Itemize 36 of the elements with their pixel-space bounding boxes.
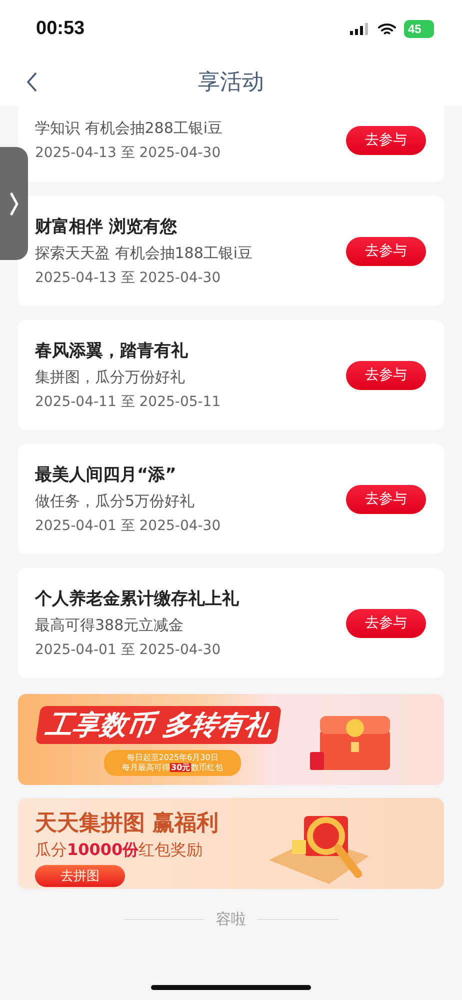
status-time: 00:53 [36, 18, 85, 40]
promo-banner[interactable]: 工享数币 多转有礼 每日起至2025年6月30日 每月最高可得30元数币红包 [18, 694, 444, 785]
chevron-right-icon [9, 190, 19, 216]
back-icon[interactable] [26, 72, 38, 92]
activity-title: 最美人间四月“添” [35, 464, 178, 486]
activity-dates: 2025-04-13 至 2025-04-30 [35, 144, 222, 162]
banner-title: 天天集拼图 赢福利 [35, 810, 220, 838]
activity-description: 做任务，瓜分5万份好礼 [35, 492, 196, 511]
activity-dates: 2025-04-01 至 2025-04-30 [35, 517, 221, 535]
activity-title: 个人养老金累计缴存礼上礼 [35, 588, 239, 610]
end-of-list-text: 容啦 [216, 910, 246, 928]
join-button[interactable]: 去参与 [346, 484, 426, 514]
signal-icon [350, 23, 370, 35]
join-button[interactable]: 去参与 [346, 236, 426, 266]
banner-subtitle: 瓜分10000份红包奖励 [35, 840, 204, 861]
banner-note: 每日起至2025年6月30日 [126, 753, 218, 763]
join-button[interactable]: 去参与 [346, 608, 426, 638]
banner-note: 每月最高可得30元数币红包 [122, 763, 224, 773]
activity-description: 集拼图，瓜分万份好礼 [35, 368, 186, 387]
activity-description: 最高可得388元立减金 [35, 616, 185, 635]
banner-title: 工享数币 多转有礼 [35, 706, 282, 744]
activity-dates: 2025-04-11 至 2025-05-11 [35, 393, 221, 411]
activity-title: 春风添翼，踏青有礼 [35, 340, 189, 362]
join-button[interactable]: 去参与 [346, 360, 426, 390]
activity-dates: 2025-04-13 至 2025-04-30 [35, 269, 222, 287]
promo-banner[interactable]: 天天集拼图 赢福利 瓜分10000份红包奖励 去拼图 [18, 798, 444, 889]
wifi-icon [378, 22, 396, 36]
activity-description: 学知识 有机会抽288工银i豆 [35, 118, 223, 138]
join-button[interactable]: 去参与 [346, 126, 426, 154]
side-drawer-handle[interactable] [0, 147, 28, 260]
activity-dates: 2025-04-01 至 2025-04-30 [35, 641, 222, 659]
activity-title: 财富相伴 浏览有您 [35, 216, 178, 238]
page-title: 享活动 [198, 69, 264, 97]
activity-description: 探索天天盈 有机会抽188工银i豆 [35, 244, 253, 263]
battery-level: 45 [404, 20, 434, 38]
puzzle-button[interactable]: 去拼图 [35, 865, 125, 887]
